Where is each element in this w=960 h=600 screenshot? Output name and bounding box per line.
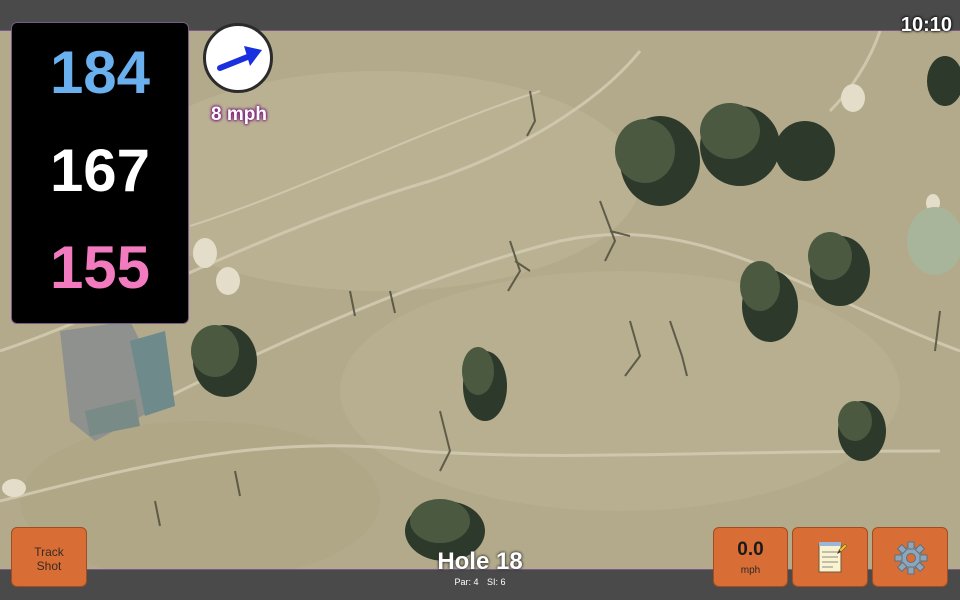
wind-speed-unit: mph: [740, 565, 761, 576]
notepad-icon: [818, 542, 848, 573]
track-shot-button[interactable]: Track Shot: [11, 527, 87, 587]
hole-par: Par: 4: [454, 577, 479, 587]
hole-si: SI: 6: [487, 577, 506, 587]
distance-back: 184: [49, 39, 151, 106]
wind-speed-value: 0.0: [737, 539, 764, 560]
wind-direction-indicator: [203, 23, 273, 93]
wind-speed-button[interactable]: 0.0 mph: [713, 527, 788, 587]
track-shot-label-line2: Shot: [36, 559, 62, 573]
arrow-up-right-icon: [217, 46, 262, 71]
track-shot-label-line1: Track: [34, 545, 64, 559]
gear-icon: [894, 541, 928, 575]
hole-info: Par: 4 SI: 6: [400, 577, 560, 587]
distance-middle: 167: [49, 137, 151, 204]
status-clock: 10:10: [900, 14, 952, 36]
settings-button[interactable]: [872, 527, 948, 587]
hole-title: Hole 18: [437, 548, 523, 575]
notes-button[interactable]: [792, 527, 868, 587]
distance-front: 155: [49, 234, 151, 301]
wind-speed-label: 8 mph: [211, 104, 267, 125]
distance-panel: 184 167 155: [11, 22, 189, 324]
